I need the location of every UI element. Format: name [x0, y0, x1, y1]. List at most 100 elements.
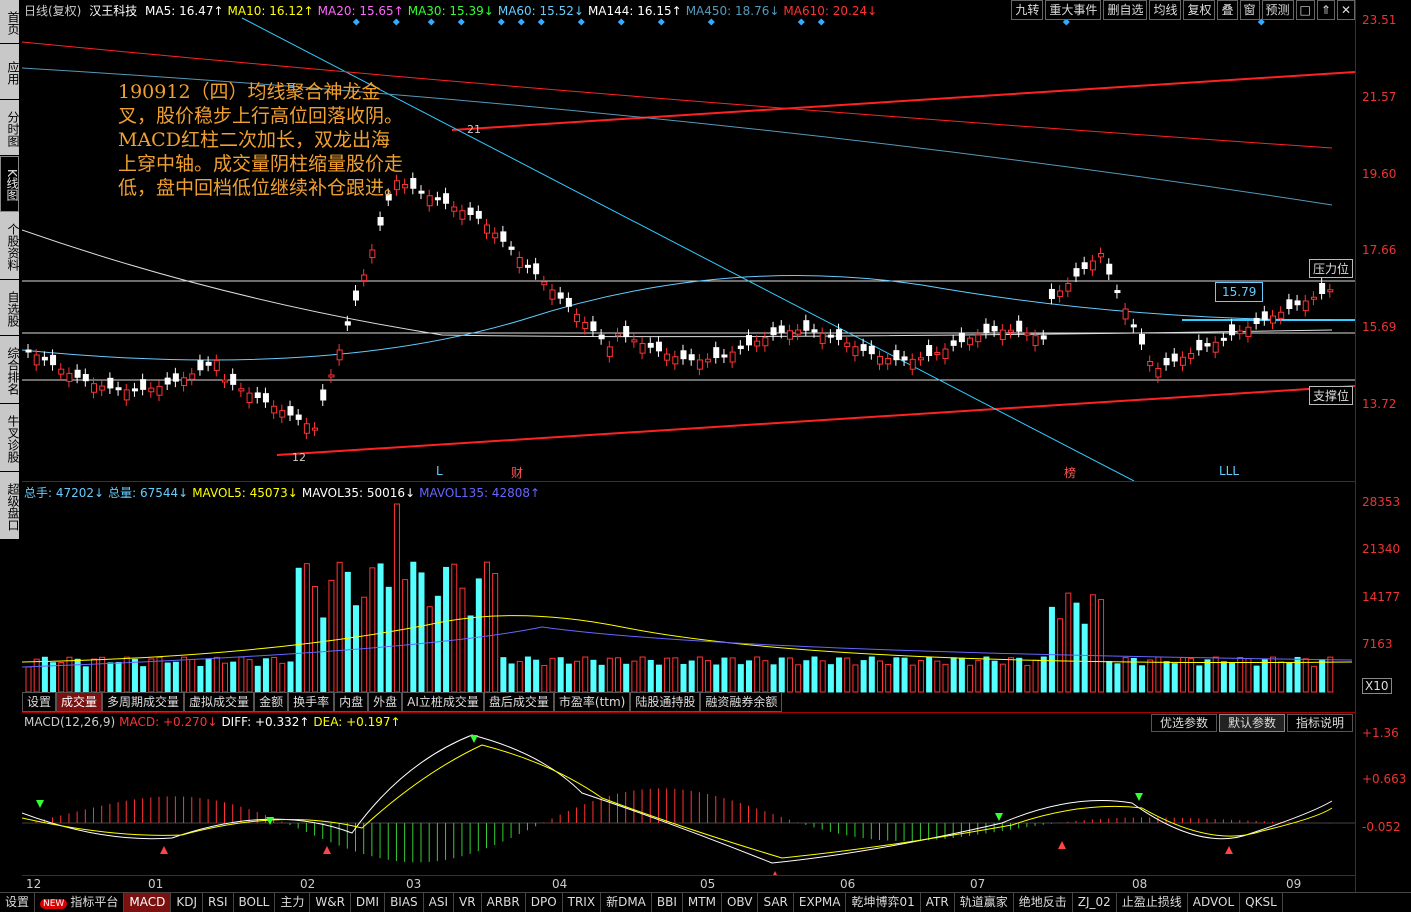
volume-tab-4[interactable]: 金额 — [254, 692, 289, 712]
candle — [705, 358, 712, 363]
indicator-tab-10[interactable]: ASI — [424, 893, 455, 912]
toolbar-button-4[interactable]: 复权 — [1183, 0, 1216, 20]
indicator-tab-23[interactable]: 轨道赢家 — [955, 893, 1014, 912]
volume-tab-2[interactable]: 多周期成交量 — [102, 692, 185, 712]
volume-tab-3[interactable]: 虚拟成交量 — [184, 692, 255, 712]
candle — [827, 334, 834, 338]
indicator-tab-17[interactable]: MTM — [683, 893, 722, 912]
nav-tab-0[interactable]: 首页 — [0, 0, 20, 44]
macd-button-0[interactable]: 优选参数 — [1150, 714, 1217, 732]
candle — [1327, 289, 1334, 293]
event-l[interactable]: L — [436, 464, 443, 478]
macd-button-1[interactable]: 默认参数 — [1218, 714, 1285, 732]
nav-tab-3[interactable]: K线图 — [0, 156, 19, 212]
event-cai[interactable]: 财 — [511, 464, 523, 481]
indicator-tab-label: BOLL — [238, 895, 270, 909]
indicator-tab-26[interactable]: 止盈止损线 — [1117, 893, 1188, 912]
candle — [1310, 296, 1317, 300]
event-lll[interactable]: LLL — [1219, 464, 1239, 478]
price-tick: 21.57 — [1362, 90, 1397, 104]
toolbar-button-2[interactable]: 删自选 — [1103, 0, 1148, 20]
indicator-tab-12[interactable]: ARBR — [482, 893, 526, 912]
indicator-tab-15[interactable]: 新DMA — [601, 893, 652, 912]
nav-tab-2[interactable]: 分时图 — [0, 100, 20, 156]
volume-bar — [1171, 663, 1178, 693]
volume-tab-7[interactable]: 外盘 — [368, 692, 403, 712]
up-icon[interactable]: ⇑ — [1316, 0, 1335, 20]
buy-arrow-icon — [1225, 846, 1233, 854]
macd-button-2[interactable]: 指标说明 — [1286, 714, 1353, 732]
candle — [418, 190, 425, 194]
volume-panel[interactable]: 总手: 47202↓ 总量: 67544↓ MAVOL5: 45073↓ MAVOL3… — [22, 481, 1355, 693]
indicator-tab-18[interactable]: OBV — [722, 893, 759, 912]
toolbar-button-7[interactable]: 预测 — [1261, 0, 1294, 20]
diff-line — [22, 734, 1333, 864]
macd-panel[interactable]: MACD(12,26,9) MACD: +0.270↓ DIFF: +0.332↑ D… — [22, 712, 1355, 876]
volume-bar — [434, 595, 441, 693]
nav-tab-1[interactable]: 应用 — [0, 44, 20, 100]
nav-tab-8[interactable]: 超级盘口 — [0, 472, 20, 540]
toolbar-button-0[interactable]: 九转 — [1011, 0, 1044, 20]
kline-chart[interactable] — [22, 0, 1355, 481]
kline-panel[interactable]: 日线(复权) 汉王科技 MA5: 16.47↑ MA10: 16.12↑ MA20:… — [22, 0, 1355, 481]
indicator-tab-8[interactable]: DMI — [351, 893, 386, 912]
volume-tab-12[interactable]: 融资融券余额 — [700, 692, 783, 712]
indicator-tab-14[interactable]: TRIX — [563, 893, 602, 912]
nav-tab-5[interactable]: 自选股 — [0, 280, 20, 336]
nav-tab-6[interactable]: 综合排名 — [0, 336, 20, 404]
volume-tab-11[interactable]: 陆股通持股 — [630, 692, 701, 712]
volume-tab-5[interactable]: 换手率 — [288, 692, 335, 712]
volume-bar — [696, 656, 703, 693]
indicator-tab-25[interactable]: ZJ_02 — [1073, 893, 1117, 912]
close-icon[interactable]: ✕ — [1336, 0, 1355, 20]
indicator-tab-20[interactable]: EXPMA — [794, 893, 847, 912]
volume-bar — [590, 659, 597, 693]
indicator-tab-1[interactable]: NEW 指标平台 — [35, 893, 125, 912]
square-icon[interactable]: □ — [1295, 0, 1315, 20]
volume-tab-8[interactable]: AI立桩成交量 — [402, 692, 484, 712]
ma144-line — [22, 229, 1333, 338]
volume-tab-9[interactable]: 盘后成交量 — [483, 692, 554, 712]
nav-tab-7[interactable]: 牛叉诊股 — [0, 404, 20, 472]
sell-arrow-icon — [266, 817, 274, 825]
indicator-tab-19[interactable]: SAR — [758, 893, 794, 912]
toolbar-button-3[interactable]: 均线 — [1149, 0, 1182, 20]
date-tick: 12 — [26, 877, 42, 891]
volume-chart[interactable] — [22, 482, 1355, 693]
indicator-tab-24[interactable]: 绝地反击 — [1014, 893, 1073, 912]
indicator-tab-7[interactable]: W&R — [310, 893, 351, 912]
volume-bar — [1016, 657, 1023, 693]
nav-tab-4[interactable]: 个股资料 — [0, 212, 20, 280]
candle — [1130, 324, 1137, 328]
volume-tab-6[interactable]: 内盘 — [334, 692, 369, 712]
indicator-tab-16[interactable]: BBI — [652, 893, 683, 912]
indicator-tab-2[interactable]: MACD — [124, 893, 172, 912]
indicator-tab-0[interactable]: 设置 — [0, 893, 36, 912]
toolbar-button-6[interactable]: 窗 — [1239, 0, 1260, 20]
indicator-tab-22[interactable]: ATR — [921, 893, 955, 912]
indicator-tab-21[interactable]: 乾坤博弈01 — [846, 893, 921, 912]
indicator-tab-6[interactable]: 主力 — [275, 893, 311, 912]
indicator-tab-11[interactable]: VR — [454, 893, 482, 912]
volume-tab-10[interactable]: 市盈率(ttm) — [553, 692, 631, 712]
indicator-tab-27[interactable]: ADVOL — [1188, 893, 1241, 912]
candle — [582, 322, 589, 329]
toolbar-button-1[interactable]: 重大事件 — [1045, 0, 1102, 20]
macd-chart[interactable] — [22, 713, 1355, 876]
indicator-tab-5[interactable]: BOLL — [234, 893, 276, 912]
macd-value-0: MACD(12,26,9) — [24, 715, 116, 729]
indicator-tab-28[interactable]: QKSL — [1240, 893, 1283, 912]
candle — [1237, 330, 1244, 335]
signal-marker — [457, 18, 465, 26]
candle — [197, 360, 204, 371]
indicator-tab-3[interactable]: KDJ — [171, 893, 203, 912]
indicator-tab-4[interactable]: RSI — [203, 893, 234, 912]
candle — [713, 347, 720, 359]
event-bang[interactable]: 榜 — [1064, 464, 1076, 481]
toolbar-button-5[interactable]: 叠 — [1217, 0, 1238, 20]
volume-tab-0[interactable]: 设置 — [22, 692, 57, 712]
volume-tab-1[interactable]: 成交量 — [56, 692, 103, 712]
indicator-tab-9[interactable]: BIAS — [385, 893, 424, 912]
mavol5-line — [22, 615, 1353, 664]
indicator-tab-13[interactable]: DPO — [526, 893, 563, 912]
